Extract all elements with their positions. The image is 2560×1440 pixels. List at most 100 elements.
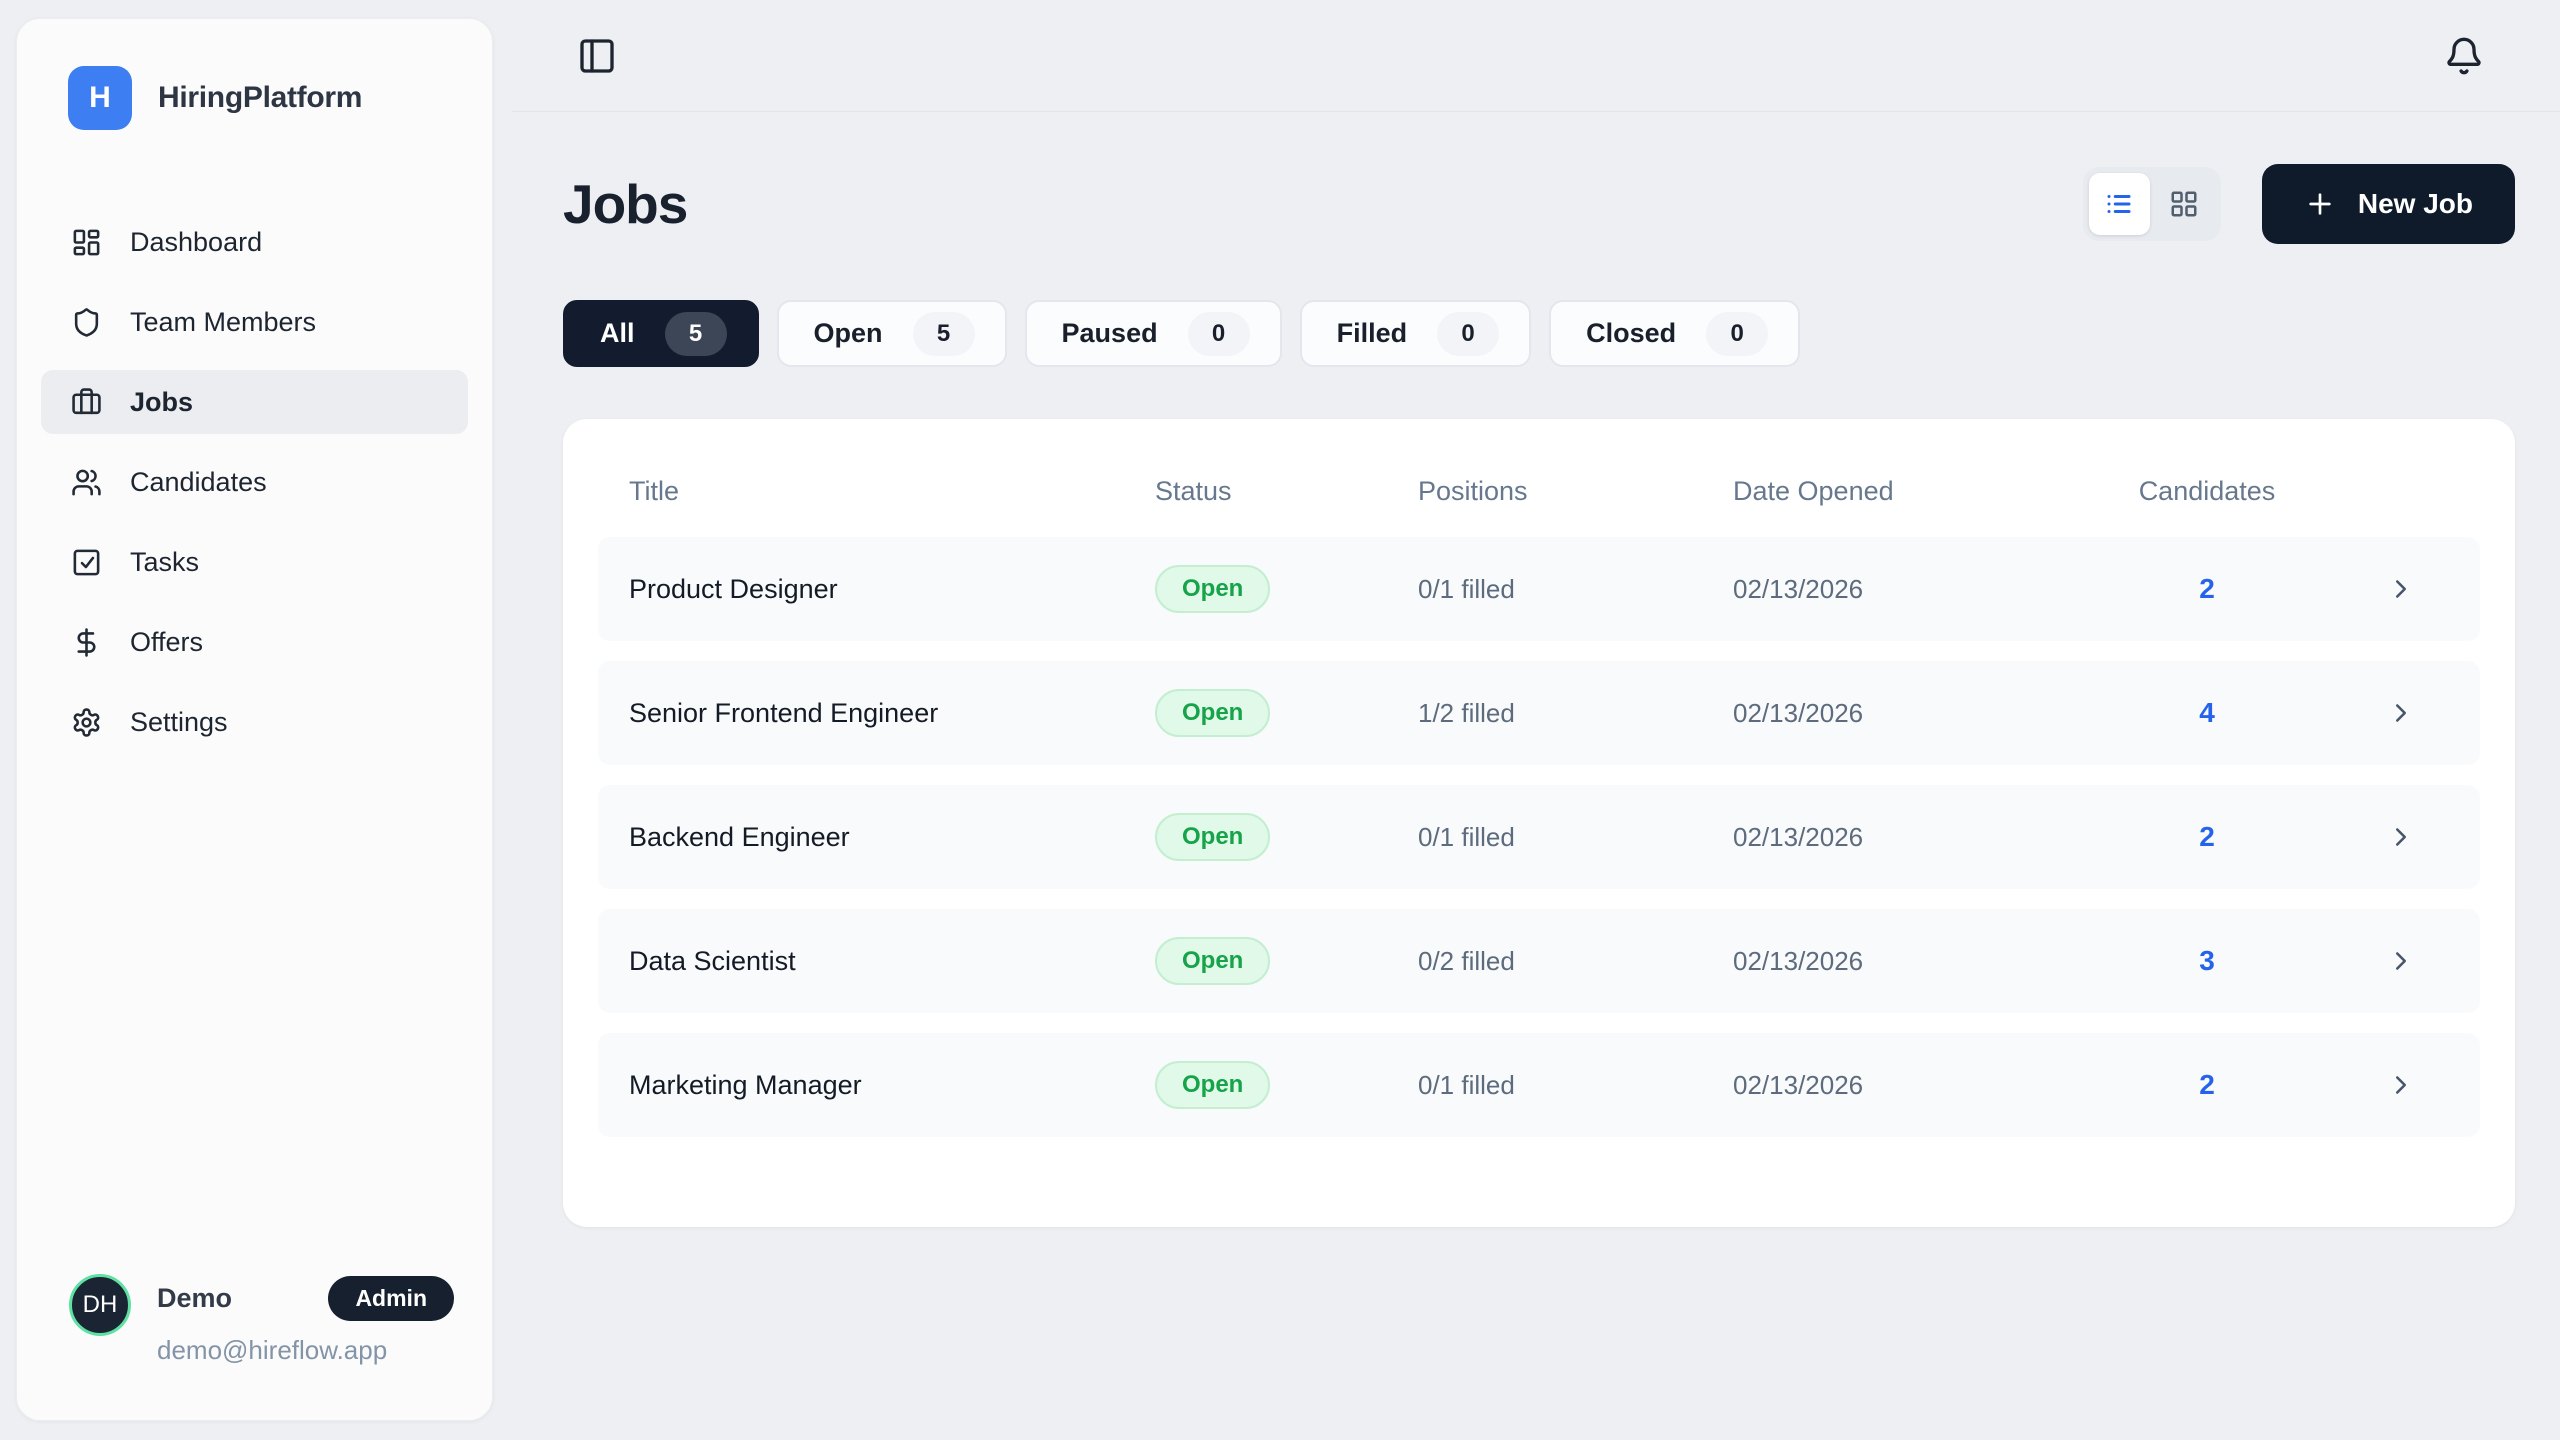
user-email: demo@hireflow.app [157, 1335, 454, 1366]
filter-tab-open[interactable]: Open 5 [777, 300, 1007, 367]
status-badge: Open [1155, 565, 1270, 613]
candidates-count[interactable]: 2 [2092, 573, 2322, 605]
tab-label: Closed [1586, 318, 1676, 349]
grid-view-button[interactable] [2154, 173, 2215, 235]
briefcase-icon [71, 387, 102, 418]
job-title: Senior Frontend Engineer [598, 698, 1155, 729]
table-row[interactable]: Marketing Manager Open 0/1 filled 02/13/… [598, 1033, 2480, 1137]
role-badge: Admin [328, 1276, 454, 1321]
chevron-right-icon[interactable] [2386, 822, 2416, 852]
list-icon [2104, 189, 2134, 219]
sidebar-item-label: Dashboard [130, 227, 262, 258]
tab-label: Open [814, 318, 883, 349]
column-header-date-opened: Date Opened [1733, 476, 2092, 507]
sidebar-item-dashboard[interactable]: Dashboard [41, 210, 468, 274]
sidebar-item-candidates[interactable]: Candidates [41, 450, 468, 514]
filter-tab-filled[interactable]: Filled 0 [1300, 300, 1532, 367]
sidebar-item-label: Offers [130, 627, 203, 658]
user-profile[interactable]: DH Demo Admin demo@hireflow.app [17, 1274, 492, 1420]
filter-tab-all[interactable]: All 5 [563, 300, 759, 367]
filter-tabs: All 5 Open 5 Paused 0 Filled 0 Closed 0 [563, 300, 2515, 367]
filter-tab-closed[interactable]: Closed 0 [1549, 300, 1800, 367]
brand: H HiringPlatform [17, 19, 492, 130]
positions-value: 1/2 filled [1418, 698, 1733, 729]
sidebar-item-offers[interactable]: Offers [41, 610, 468, 674]
candidates-count[interactable]: 3 [2092, 945, 2322, 977]
chevron-right-icon[interactable] [2386, 574, 2416, 604]
job-title: Data Scientist [598, 946, 1155, 977]
shield-icon [71, 307, 102, 338]
tab-count-badge: 5 [665, 312, 727, 356]
date-opened-value: 02/13/2026 [1733, 946, 2092, 977]
status-badge: Open [1155, 689, 1270, 737]
positions-value: 0/1 filled [1418, 574, 1733, 605]
avatar: DH [69, 1274, 131, 1336]
sidebar-item-team-members[interactable]: Team Members [41, 290, 468, 354]
dollar-icon [71, 627, 102, 658]
page-title: Jobs [563, 172, 687, 236]
positions-value: 0/1 filled [1418, 1070, 1733, 1101]
sidebar-toggle-button[interactable] [577, 36, 617, 76]
column-header-positions: Positions [1418, 476, 1733, 507]
list-view-button[interactable] [2089, 173, 2150, 235]
table-row[interactable]: Data Scientist Open 0/2 filled 02/13/202… [598, 909, 2480, 1013]
tab-count-badge: 0 [1188, 312, 1250, 356]
sidebar-nav: Dashboard Team Members Jobs Candidates T… [17, 210, 492, 754]
status-badge: Open [1155, 1061, 1270, 1109]
column-header-candidates: Candidates [2092, 476, 2322, 507]
column-header-title: Title [598, 476, 1155, 507]
tab-count-badge: 5 [913, 312, 975, 356]
tab-label: Filled [1337, 318, 1408, 349]
panel-left-icon [577, 36, 617, 76]
main-area: Jobs [493, 0, 2560, 1440]
content: Jobs [493, 112, 2560, 1227]
sidebar-item-settings[interactable]: Settings [41, 690, 468, 754]
sidebar-item-jobs[interactable]: Jobs [41, 370, 468, 434]
filter-tab-paused[interactable]: Paused 0 [1025, 300, 1282, 367]
status-badge: Open [1155, 813, 1270, 861]
table-row[interactable]: Backend Engineer Open 0/1 filled 02/13/2… [598, 785, 2480, 889]
candidates-count[interactable]: 2 [2092, 1069, 2322, 1101]
chevron-right-icon[interactable] [2386, 946, 2416, 976]
chevron-right-icon[interactable] [2386, 1070, 2416, 1100]
sidebar-item-label: Candidates [130, 467, 267, 498]
job-title: Backend Engineer [598, 822, 1155, 853]
status-badge: Open [1155, 937, 1270, 985]
candidates-count[interactable]: 4 [2092, 697, 2322, 729]
sidebar-item-label: Jobs [130, 387, 193, 418]
table-row[interactable]: Product Designer Open 0/1 filled 02/13/2… [598, 537, 2480, 641]
table-row[interactable]: Senior Frontend Engineer Open 1/2 filled… [598, 661, 2480, 765]
app-name: HiringPlatform [158, 81, 362, 115]
users-icon [71, 467, 102, 498]
bell-icon [2444, 36, 2484, 76]
positions-value: 0/2 filled [1418, 946, 1733, 977]
dashboard-icon [71, 227, 102, 258]
job-title: Product Designer [598, 574, 1155, 605]
app-logo: H [68, 66, 132, 130]
view-toggle [2083, 167, 2221, 241]
candidates-count[interactable]: 2 [2092, 821, 2322, 853]
jobs-table-card: Title Status Positions Date Opened Candi… [563, 419, 2515, 1227]
job-title: Marketing Manager [598, 1070, 1155, 1101]
column-header-status: Status [1155, 476, 1418, 507]
notifications-button[interactable] [2444, 36, 2484, 76]
gear-icon [71, 707, 102, 738]
date-opened-value: 02/13/2026 [1733, 698, 2092, 729]
sidebar: H HiringPlatform Dashboard Team Members … [16, 18, 493, 1421]
sidebar-item-tasks[interactable]: Tasks [41, 530, 468, 594]
tab-count-badge: 0 [1706, 312, 1768, 356]
user-name: Demo [157, 1283, 232, 1314]
plus-icon [2304, 188, 2336, 220]
tab-count-badge: 0 [1437, 312, 1499, 356]
tab-label: Paused [1062, 318, 1158, 349]
tab-label: All [600, 318, 635, 349]
task-check-icon [71, 547, 102, 578]
date-opened-value: 02/13/2026 [1733, 1070, 2092, 1101]
sidebar-item-label: Settings [130, 707, 228, 738]
new-job-button[interactable]: New Job [2262, 164, 2515, 244]
sidebar-item-label: Tasks [130, 547, 199, 578]
chevron-right-icon[interactable] [2386, 698, 2416, 728]
table-header: Title Status Positions Date Opened Candi… [598, 469, 2480, 513]
new-job-label: New Job [2358, 188, 2473, 220]
topbar [512, 0, 2560, 112]
